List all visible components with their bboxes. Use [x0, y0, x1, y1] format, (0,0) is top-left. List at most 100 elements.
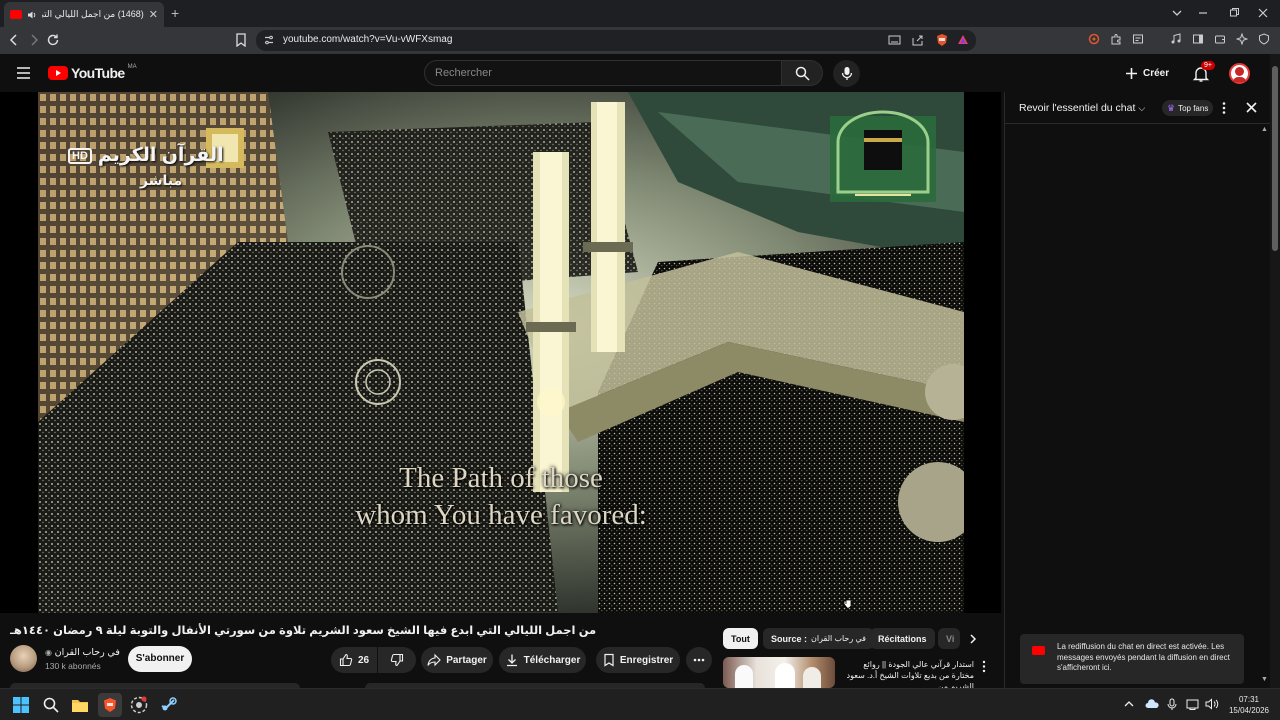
speaker-icon[interactable] [27, 10, 37, 20]
windows-start-icon[interactable] [13, 697, 29, 713]
vpn-icon[interactable] [1258, 33, 1270, 45]
chat-scroll-down-icon[interactable]: ▼ [1261, 676, 1268, 683]
microphone-tray-icon[interactable] [1167, 698, 1177, 711]
volume-icon[interactable] [1205, 698, 1219, 710]
cast-icon[interactable] [888, 34, 901, 46]
browser-tab-strip: (1468) من اجمل الليالي التي ا ✕ + [0, 0, 1280, 27]
browser-tab[interactable]: (1468) من اجمل الليالي التي ا ✕ [4, 2, 164, 27]
verified-icon: ◉ [45, 648, 52, 657]
chip-recitations[interactable]: Récitations [870, 628, 935, 649]
file-explorer-icon[interactable] [71, 697, 89, 713]
search-placeholder: Rechercher [435, 67, 492, 79]
channel-name-text: في رحاب القران [54, 647, 120, 658]
video-player[interactable]: ▬▬▬▬▬▬▬▬ HD القرآن الكريم مباشر The Path… [0, 92, 1001, 613]
top-fans-badge[interactable]: ♛ Top fans [1162, 100, 1214, 116]
close-tab-icon[interactable]: ✕ [149, 8, 158, 21]
url-text: youtube.com/watch?v=Vu-vWFXsmag [283, 34, 453, 45]
live-chat-panel: Revoir l'essentiel du chat ⌵ ♛ Top fans … [1004, 92, 1271, 688]
channel-name[interactable]: في رحاب القران ◉ [45, 647, 120, 658]
bookmark-save-icon [604, 653, 614, 667]
chat-scroll-up-icon[interactable]: ▲ [1261, 126, 1268, 133]
taskbar: 07:31 15/04/2026 [0, 688, 1280, 720]
scrollbar-thumb[interactable] [1272, 66, 1278, 251]
chip-source-prefix: Source : [771, 633, 808, 644]
media-music-icon[interactable] [1170, 33, 1182, 45]
notification-badge: 9+ [1201, 61, 1215, 70]
restore-icon[interactable] [1225, 5, 1243, 21]
network-icon[interactable] [1186, 698, 1200, 710]
thumbs-down-icon [390, 653, 404, 667]
search-input[interactable]: Rechercher [424, 60, 782, 86]
youtube-logo[interactable]: YouTube MA [48, 64, 137, 81]
account-avatar[interactable] [1229, 63, 1250, 84]
svg-text:▬▬▬▬▬▬▬▬: ▬▬▬▬▬▬▬▬ [855, 191, 911, 198]
chat-title: Revoir l'essentiel du chat [1019, 102, 1136, 114]
recommendation-thumbnail[interactable] [723, 657, 835, 688]
share-button[interactable]: Partager [421, 647, 493, 673]
steam-icon[interactable] [160, 696, 178, 714]
share-icon [427, 653, 441, 667]
channel-avatar[interactable] [10, 645, 37, 672]
back-icon[interactable] [7, 33, 21, 47]
leo-ai-icon[interactable] [1236, 33, 1248, 45]
close-chat-icon[interactable] [1245, 101, 1258, 114]
like-button[interactable]: 26 [331, 647, 377, 673]
chip-source[interactable]: Source : في رحاب القران [763, 628, 874, 649]
caption-line-2: whom You have favored: [355, 499, 647, 531]
bookmark-icon[interactable] [235, 33, 247, 47]
more-actions-button[interactable] [686, 647, 712, 673]
search-button[interactable] [781, 60, 823, 86]
chips-next-icon[interactable] [968, 633, 978, 645]
voice-search-button[interactable] [833, 60, 860, 87]
wallet-icon[interactable] [1214, 33, 1226, 45]
mouse-cursor-icon [843, 595, 853, 609]
dislike-button[interactable] [378, 647, 416, 673]
hamburger-menu-icon[interactable] [16, 66, 31, 80]
search-icon [795, 66, 810, 81]
chat-more-icon[interactable] [1221, 101, 1227, 115]
taskbar-search-icon[interactable] [43, 697, 59, 713]
share-page-icon[interactable] [911, 34, 924, 46]
chip-all[interactable]: Tout [723, 628, 758, 649]
system-clock[interactable]: 07:31 15/04/2026 [1222, 694, 1276, 716]
minimize-icon[interactable] [1194, 5, 1212, 21]
chrome-app-icon[interactable] [130, 696, 148, 714]
overlay-channel-name: القرآن الكريم [97, 145, 224, 166]
logo-text: YouTube [71, 65, 125, 81]
page-scrollbar[interactable] [1270, 54, 1280, 688]
plus-icon [1126, 67, 1137, 79]
save-button[interactable]: Enregistrer [596, 647, 680, 673]
create-button[interactable]: Créer [1125, 62, 1169, 84]
download-icon [506, 654, 517, 667]
brave-browser-icon[interactable] [98, 693, 122, 717]
chat-mode-dropdown[interactable]: Revoir l'essentiel du chat ⌵ [1019, 102, 1145, 114]
overlay-hd-badge: HD [68, 147, 92, 164]
overlay-live-label: مباشر [140, 172, 183, 188]
extension-puzzle-icon[interactable] [1110, 33, 1122, 45]
address-bar[interactable]: youtube.com/watch?v=Vu-vWFXsmag [256, 30, 976, 51]
sidebar-icon[interactable] [1192, 33, 1204, 45]
brave-shields-icon[interactable] [935, 33, 949, 47]
recommendation-more-icon[interactable] [982, 660, 986, 673]
clock-time: 07:31 [1238, 695, 1260, 704]
reload-icon[interactable] [46, 33, 60, 47]
tab-search-icon[interactable] [1168, 5, 1186, 21]
forward-icon[interactable] [27, 33, 41, 47]
tray-overflow-icon[interactable] [1124, 700, 1134, 708]
site-settings-icon[interactable] [263, 34, 275, 46]
chat-replay-notice: La rediffusion du chat en direct est act… [1020, 634, 1244, 684]
extension-window-icon[interactable] [1132, 33, 1144, 45]
download-button[interactable]: Télécharger [499, 647, 586, 673]
clock-date: 15/04/2026 [1228, 706, 1270, 715]
more-horizontal-icon [693, 658, 705, 662]
notifications-button[interactable]: 9+ [1192, 61, 1215, 85]
chip-partial[interactable]: Vi [938, 628, 960, 649]
extension-one-icon[interactable] [1088, 33, 1100, 45]
onedrive-icon[interactable] [1145, 698, 1159, 710]
new-tab-icon[interactable]: + [171, 5, 179, 21]
brave-rewards-icon[interactable] [956, 33, 970, 47]
subscribe-button[interactable]: S'abonner [128, 646, 192, 672]
recommendation-title[interactable]: استدار قرآني عالي الجودة || روائع مختارة… [840, 659, 974, 688]
close-window-icon[interactable] [1254, 5, 1272, 21]
create-label: Créer [1143, 67, 1170, 79]
